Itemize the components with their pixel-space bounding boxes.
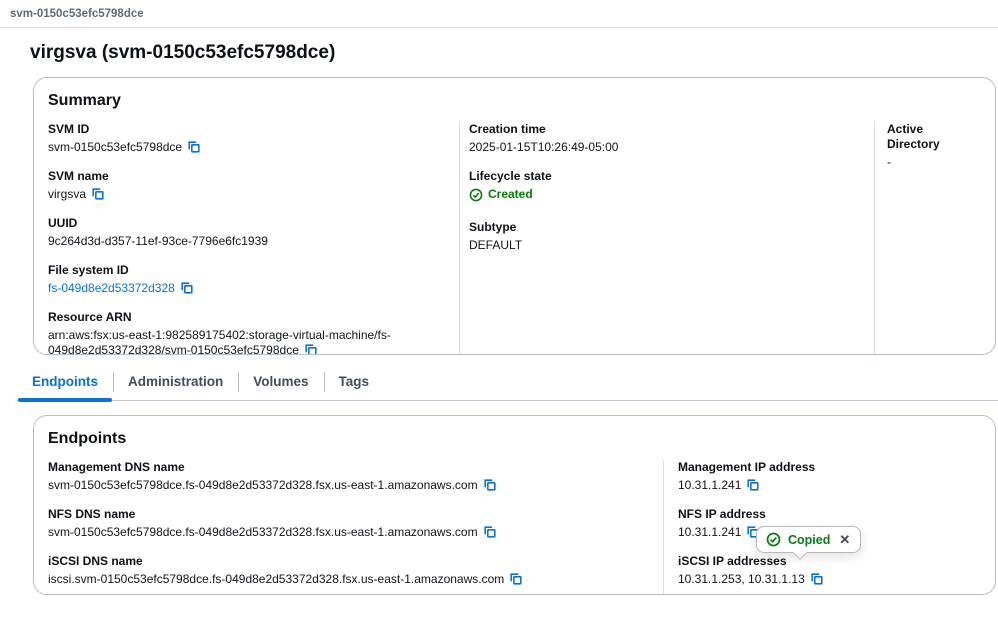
field-subtype: Subtype DEFAULT	[469, 220, 874, 253]
management-dns-value: svm-0150c53efc5798dce.fs-049d8e2d53372d3…	[48, 478, 478, 492]
endpoints-heading: Endpoints	[48, 430, 127, 447]
nfs-ip-value: 10.31.1.241	[678, 525, 742, 539]
field-iscsi-ip: iSCSI IP addresses 10.31.1.253, 10.31.1.…	[678, 554, 979, 587]
page-title: virgsva (svm-0150c53efc5798dce)	[30, 42, 336, 63]
summary-column-2: Creation time 2025-01-15T10:26:49-05:00 …	[459, 122, 874, 354]
summary-card: Summary SVM ID svm-0150c53efc5798dce SVM…	[33, 77, 996, 355]
copied-message: Copied	[788, 532, 831, 547]
close-icon[interactable]: ✕	[839, 533, 850, 546]
file-system-id-link[interactable]: fs-049d8e2d53372d328	[48, 281, 175, 295]
summary-column-1: SVM ID svm-0150c53efc5798dce SVM name vi…	[48, 122, 459, 355]
summary-column-3: Active Directory -	[874, 122, 979, 354]
copy-icon[interactable]	[509, 572, 523, 586]
field-uuid: UUID 9c264d3d-d357-11ef-93ce-7796e6fc193…	[48, 216, 449, 249]
field-management-dns: Management DNS name svm-0150c53efc5798dc…	[48, 460, 653, 493]
management-ip-label: Management IP address	[678, 460, 816, 474]
nfs-dns-label: NFS DNS name	[48, 507, 136, 521]
field-svm-id: SVM ID svm-0150c53efc5798dce	[48, 122, 449, 155]
management-ip-value: 10.31.1.241	[678, 478, 742, 492]
field-nfs-dns: NFS DNS name svm-0150c53efc5798dce.fs-04…	[48, 507, 653, 540]
copy-icon[interactable]	[187, 140, 201, 154]
iscsi-ip-value: 10.31.1.253, 10.31.1.13	[678, 572, 805, 586]
check-circle-icon	[469, 188, 483, 201]
lifecycle-state-value: Created	[488, 187, 533, 201]
tab-bar: Endpoints Administration Volumes Tags	[17, 369, 998, 402]
copy-icon[interactable]	[810, 572, 824, 586]
iscsi-ip-label: iSCSI IP addresses	[678, 554, 787, 568]
field-active-directory: Active Directory -	[887, 122, 979, 170]
active-directory-value: -	[887, 155, 891, 169]
endpoints-column-1: Management DNS name svm-0150c53efc5798dc…	[48, 460, 663, 594]
uuid-value: 9c264d3d-d357-11ef-93ce-7796e6fc1939	[48, 234, 268, 248]
tab-endpoints[interactable]: Endpoints	[17, 369, 113, 402]
field-resource-arn: Resource ARN arn:aws:fsx:us-east-1:98258…	[48, 310, 449, 355]
status-badge: Created	[469, 187, 533, 202]
field-lifecycle-state: Lifecycle state Created	[469, 169, 874, 206]
resource-arn-value: arn:aws:fsx:us-east-1:982589175402:stora…	[48, 328, 391, 355]
file-system-id-label: File system ID	[48, 263, 129, 277]
summary-heading: Summary	[48, 92, 121, 109]
svm-id-label: SVM ID	[48, 122, 90, 136]
field-file-system-id: File system ID fs-049d8e2d53372d328	[48, 263, 449, 296]
active-directory-label: Active Directory	[887, 122, 940, 151]
field-creation-time: Creation time 2025-01-15T10:26:49-05:00	[469, 122, 874, 155]
copy-icon[interactable]	[746, 478, 760, 492]
copy-icon[interactable]	[304, 343, 318, 354]
field-iscsi-dns: iSCSI DNS name iscsi.svm-0150c53efc5798d…	[48, 554, 653, 587]
copy-icon[interactable]	[180, 281, 194, 295]
subtype-value: DEFAULT	[469, 237, 523, 252]
svm-name-value: virgsva	[48, 187, 87, 201]
tab-administration[interactable]: Administration	[113, 369, 238, 400]
svm-id-value: svm-0150c53efc5798dce	[48, 140, 183, 154]
nfs-ip-label: NFS IP address	[678, 507, 766, 521]
copy-icon[interactable]	[91, 187, 105, 201]
field-svm-name: SVM name virgsva	[48, 169, 449, 202]
svm-name-label: SVM name	[48, 169, 109, 183]
success-check-icon	[766, 532, 781, 547]
resource-arn-label: Resource ARN	[48, 310, 132, 324]
creation-time-value: 2025-01-15T10:26:49-05:00	[469, 140, 619, 154]
iscsi-dns-label: iSCSI DNS name	[48, 554, 143, 568]
endpoints-card: Endpoints Management DNS name svm-0150c5…	[33, 415, 996, 595]
tab-tags[interactable]: Tags	[323, 369, 385, 400]
copy-icon[interactable]	[483, 525, 497, 539]
tab-volumes[interactable]: Volumes	[238, 369, 323, 400]
management-dns-label: Management DNS name	[48, 460, 185, 474]
uuid-label: UUID	[48, 216, 78, 230]
field-management-ip: Management IP address 10.31.1.241	[678, 460, 979, 493]
subtype-label: Subtype	[469, 219, 517, 234]
copied-popover: Copied ✕	[756, 526, 862, 561]
iscsi-dns-value: iscsi.svm-0150c53efc5798dce.fs-049d8e2d5…	[48, 572, 505, 586]
nfs-dns-value: svm-0150c53efc5798dce.fs-049d8e2d53372d3…	[48, 525, 478, 539]
breadcrumb-bar: svm-0150c53efc5798dce	[0, 0, 998, 28]
creation-time-label: Creation time	[469, 122, 546, 136]
copy-icon[interactable]	[483, 478, 497, 492]
breadcrumb-current: svm-0150c53efc5798dce	[10, 7, 144, 20]
lifecycle-state-label: Lifecycle state	[469, 169, 552, 183]
